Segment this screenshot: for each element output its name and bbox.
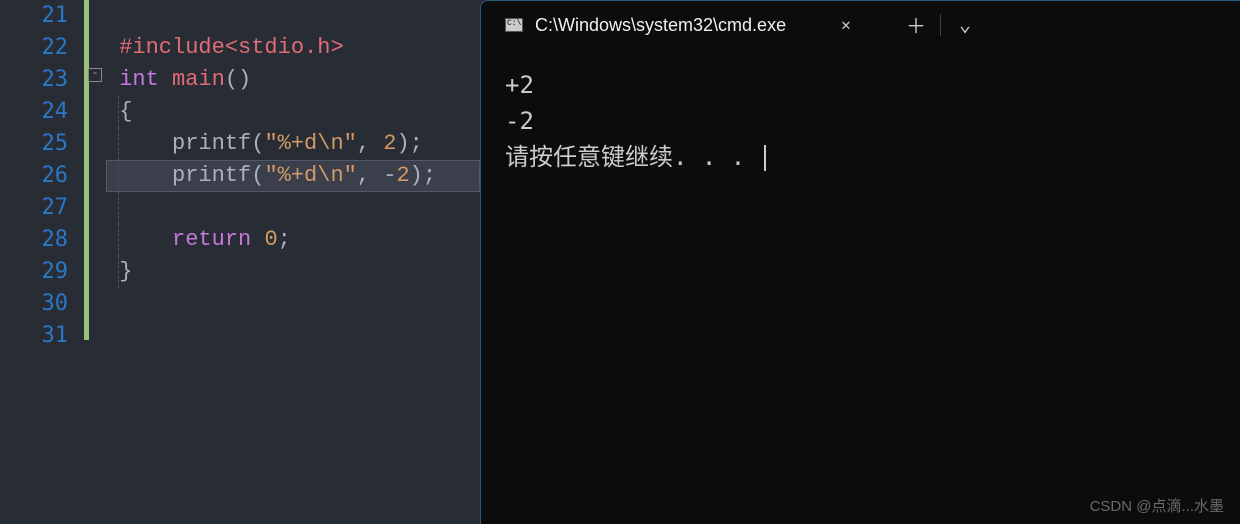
token-type: int — [119, 67, 159, 92]
tab-dropdown-button[interactable]: ⌄ — [941, 5, 989, 45]
token-number: 0 — [264, 227, 277, 252]
token-punct: ( — [251, 131, 264, 156]
tab-controls: ＋ ⌄ — [892, 5, 989, 45]
line-number: 22 — [0, 32, 84, 64]
token-brace: } — [119, 259, 132, 284]
line-number: 30 — [0, 288, 84, 320]
code-line: return 0; — [106, 224, 480, 256]
line-number: 26 — [0, 160, 84, 192]
code-line: printf("%+d\n", -2); — [106, 160, 480, 192]
output-line: -2 — [505, 103, 1216, 139]
line-number: 24 — [0, 96, 84, 128]
token-keyword: return — [172, 227, 251, 252]
fold-toggle-icon[interactable]: - — [88, 68, 102, 82]
line-number: 25 — [0, 128, 84, 160]
token-brace: { — [119, 99, 132, 124]
code-editor: 21 22 23 24 25 26 27 28 29 30 31 - #incl… — [0, 0, 480, 524]
token-string: "%+d\n" — [264, 131, 356, 156]
token-func: main — [159, 67, 225, 92]
cmd-icon: C:\ — [505, 18, 523, 32]
new-tab-button[interactable]: ＋ — [892, 5, 940, 45]
code-line: printf("%+d\n", 2); — [106, 128, 480, 160]
token-punct: ; — [278, 227, 291, 252]
output-line: 请按任意键继续. . . — [505, 139, 1216, 175]
terminal-window: C:\ C:\Windows\system32\cmd.exe ✕ ＋ ⌄ +2… — [480, 0, 1240, 524]
code-line: } — [106, 256, 480, 288]
code-line: #include<stdio.h> — [106, 32, 480, 64]
title-bar[interactable]: C:\ C:\Windows\system32\cmd.exe ✕ ＋ ⌄ — [481, 1, 1240, 49]
code-line: { — [106, 96, 480, 128]
output-line: +2 — [505, 67, 1216, 103]
token-punct: () — [225, 67, 251, 92]
token-number: 2 — [383, 131, 396, 156]
token-func: printf — [172, 131, 251, 156]
code-text-area[interactable]: #include<stdio.h> int main() { printf("%… — [106, 0, 480, 524]
code-line — [106, 320, 480, 352]
prompt-text: 请按任意键继续. . . — [505, 143, 760, 171]
tab-title: C:\Windows\system32\cmd.exe — [535, 15, 820, 36]
line-number-gutter: 21 22 23 24 25 26 27 28 29 30 31 — [0, 0, 84, 524]
token-op: - — [383, 163, 396, 188]
token-preproc: #include — [119, 35, 225, 60]
token-space — [251, 227, 264, 252]
token-number: 2 — [396, 163, 409, 188]
token-func: printf — [172, 163, 251, 188]
line-number: 21 — [0, 0, 84, 32]
line-number: 27 — [0, 192, 84, 224]
close-tab-button[interactable]: ✕ — [832, 15, 860, 35]
code-line: int main() — [106, 64, 480, 96]
line-number: 31 — [0, 320, 84, 352]
code-line — [106, 0, 480, 32]
token-punct: ); — [410, 163, 436, 188]
token-header: <stdio.h> — [225, 35, 344, 60]
token-punct: , — [357, 131, 383, 156]
token-punct: ); — [396, 131, 422, 156]
code-line — [106, 192, 480, 224]
terminal-output[interactable]: +2 -2 请按任意键继续. . . — [481, 49, 1240, 193]
change-marker — [84, 0, 89, 340]
line-number: 28 — [0, 224, 84, 256]
token-punct: ( — [251, 163, 264, 188]
token-punct: , — [357, 163, 383, 188]
line-number: 29 — [0, 256, 84, 288]
token-string: "%+d\n" — [264, 163, 356, 188]
line-number: 23 — [0, 64, 84, 96]
watermark: CSDN @点滴...水墨 — [1090, 495, 1224, 516]
cursor-icon — [764, 145, 766, 171]
terminal-tab[interactable]: C:\ C:\Windows\system32\cmd.exe ✕ — [493, 1, 872, 49]
fold-margin: - — [84, 0, 106, 524]
code-line — [106, 288, 480, 320]
